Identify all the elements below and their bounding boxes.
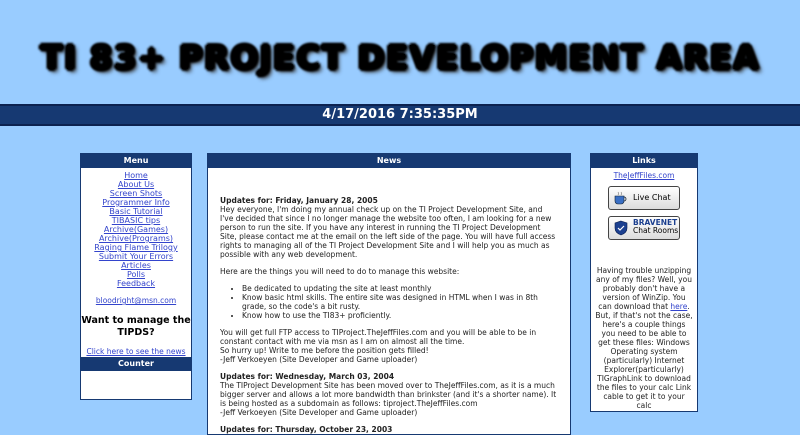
update-2-paragraph: The TIProject Development Site has been … bbox=[220, 381, 558, 417]
site-banner: TI 83+ PROJECT DEVELOPMENT AREA bbox=[0, 0, 800, 104]
menu-link-programmer-info[interactable]: Programmer Info bbox=[81, 198, 191, 207]
menu-panel: Menu Home About Us Screen Shots Programm… bbox=[80, 153, 192, 400]
menu-link-tibasic-tips[interactable]: TIBASIC tips bbox=[81, 216, 191, 225]
menu-link-archive-programs[interactable]: Archive(Programs) bbox=[81, 234, 191, 243]
thejefffiles-link[interactable]: TheJeffFiles.com bbox=[591, 171, 697, 180]
winzip-help-text: Having trouble unzipping any of my files… bbox=[591, 266, 697, 410]
update-label: Updates for: bbox=[220, 372, 276, 381]
menu-heading: Menu bbox=[81, 154, 191, 168]
chat-cup-icon bbox=[614, 191, 627, 205]
live-chat-label: Live Chat bbox=[633, 193, 671, 202]
news-body: Updates for: Friday, January 28, 2005 He… bbox=[208, 168, 570, 434]
update-1-bullet: Be dedicated to updating the site at lea… bbox=[242, 284, 558, 293]
menu-link-archive-games[interactable]: Archive(Games) bbox=[81, 225, 191, 234]
menu-list: Home About Us Screen Shots Programmer In… bbox=[81, 168, 191, 288]
update-2: Updates for: Wednesday, March 03, 2004 T… bbox=[220, 372, 558, 417]
bravenet-shield-icon bbox=[614, 220, 628, 236]
update-1-signature: -Jeff Verkoeyen (Site Developer and Game… bbox=[220, 355, 418, 364]
update-label: Updates for: bbox=[220, 425, 276, 434]
update-2-signature: -Jeff Verkoeyen (Site Developer and Game… bbox=[220, 408, 418, 417]
update-1: Updates for: Friday, January 28, 2005 He… bbox=[220, 196, 558, 364]
update-1-paragraph-1: Hey everyone, I'm doing my annual check … bbox=[220, 205, 556, 259]
manage-news-link[interactable]: Click here to see the news bbox=[81, 347, 191, 356]
update-2-header: Updates for: Wednesday, March 03, 2004 bbox=[220, 372, 558, 381]
manage-heading: Want to manage the TIPDS? bbox=[81, 315, 191, 338]
update-2-text: The TIProject Development Site has been … bbox=[220, 381, 557, 408]
bravenet-label: BRAVENET Chat Rooms bbox=[633, 219, 678, 235]
menu-link-submit-errors[interactable]: Submit Your Errors bbox=[81, 252, 191, 261]
update-1-list: Be dedicated to updating the site at lea… bbox=[220, 284, 558, 320]
counter-heading: Counter bbox=[81, 357, 191, 371]
site-title: TI 83+ PROJECT DEVELOPMENT AREA bbox=[40, 38, 760, 77]
menu-link-home[interactable]: Home bbox=[81, 171, 191, 180]
menu-link-polls[interactable]: Polls bbox=[81, 270, 191, 279]
news-heading: News bbox=[208, 154, 570, 168]
update-date: Friday, January 28, 2005 bbox=[275, 196, 378, 205]
winzip-text-part-2: . But, if that's not the case, here's a … bbox=[595, 302, 693, 410]
links-panel: Links TheJeffFiles.com Live Chat BRAVENE… bbox=[590, 153, 698, 412]
live-chat-button[interactable]: Live Chat bbox=[608, 186, 680, 210]
email-link[interactable]: bloodright@msn.com bbox=[81, 296, 191, 305]
news-panel: News Updates for: Friday, January 28, 20… bbox=[207, 153, 571, 435]
update-1-paragraph-3: You will get full FTP access to TIProjec… bbox=[220, 328, 558, 364]
date-time-bar: 4/17/2016 7:35:35PM bbox=[0, 104, 800, 126]
update-1-paragraph-2: Here are the things you will need to do … bbox=[220, 267, 460, 276]
update-3-header: Updates for: Thursday, October 23, 2003 bbox=[220, 425, 558, 434]
update-1-bullet: Know how to use the TI83+ proficiently. bbox=[242, 311, 558, 320]
links-heading: Links bbox=[591, 154, 697, 168]
update-1-hurry-text: So hurry up! Write to me before the posi… bbox=[220, 346, 429, 355]
menu-link-raging-flame-trilogy[interactable]: Raging Flame Trilogy bbox=[81, 243, 191, 252]
update-date: Wednesday, March 03, 2004 bbox=[275, 372, 395, 381]
update-3: Updates for: Thursday, October 23, 2003 bbox=[220, 425, 558, 434]
menu-link-basic-tutorial[interactable]: Basic Tutorial bbox=[81, 207, 191, 216]
update-1-bullet: Know basic html skills. The entire site … bbox=[242, 293, 558, 311]
menu-link-screen-shots[interactable]: Screen Shots bbox=[81, 189, 191, 198]
menu-link-articles[interactable]: Articles bbox=[81, 261, 191, 270]
update-1-header: Updates for: Friday, January 28, 2005 bbox=[220, 196, 558, 205]
menu-link-feedback[interactable]: Feedback bbox=[81, 279, 191, 288]
menu-link-about-us[interactable]: About Us bbox=[81, 180, 191, 189]
update-label: Updates for: bbox=[220, 196, 276, 205]
bravenet-rooms: Chat Rooms bbox=[633, 226, 679, 235]
update-1-ftp-text: You will get full FTP access to TIProjec… bbox=[220, 328, 537, 346]
winzip-download-link[interactable]: here bbox=[670, 302, 687, 311]
update-date: Thursday, October 23, 2003 bbox=[275, 425, 393, 434]
bravenet-chat-button[interactable]: BRAVENET Chat Rooms bbox=[608, 216, 680, 240]
